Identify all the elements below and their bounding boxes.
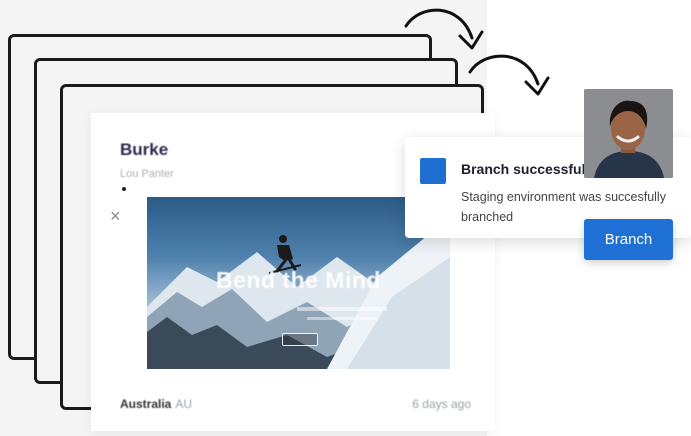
toast-title: Branch successful [461, 161, 586, 177]
hero-button[interactable] [282, 333, 318, 346]
card-location: Australia AU [120, 397, 192, 411]
card-subtitle: Lou Panter [120, 168, 174, 180]
branch-button[interactable]: Branch [584, 219, 673, 260]
country-name: Australia [120, 397, 172, 411]
user-portrait [584, 89, 673, 178]
card-title: Burke [120, 140, 169, 159]
curved-arrow-icon [468, 54, 550, 96]
avatar [584, 89, 673, 178]
toast-status-icon [420, 158, 446, 184]
bullet-dot [122, 187, 126, 191]
card-timestamp: 6 days ago [412, 397, 471, 411]
country-code: AU [175, 397, 193, 411]
hero-title: Bend the Mind [216, 267, 381, 293]
close-icon[interactable]: × [110, 207, 121, 225]
